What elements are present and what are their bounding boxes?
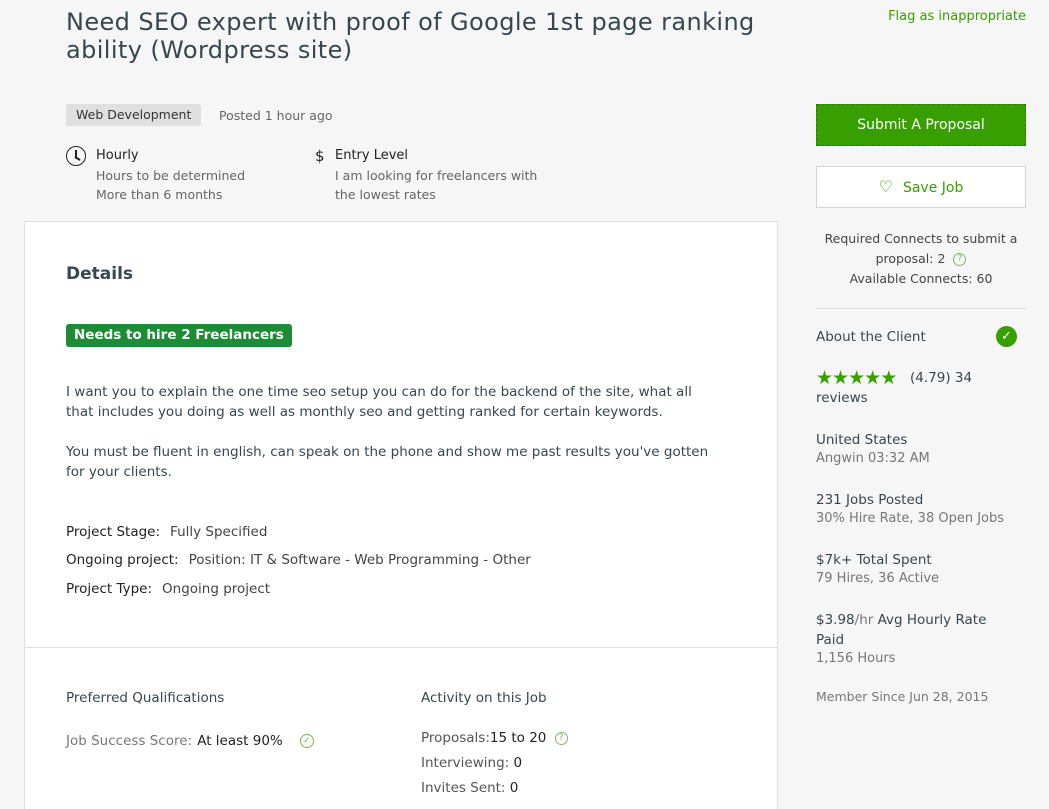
details-heading: Details [66,264,134,284]
submit-proposal-button[interactable]: Submit A Proposal [816,104,1026,146]
star-icon: ★ [848,367,865,389]
category-badge[interactable]: Web Development [66,104,202,126]
about-client-heading: About the Client [816,329,926,345]
job-title: Need SEO expert with proof of Google 1st… [66,8,755,64]
client-jobs-posted: 231 Jobs Posted [816,492,924,508]
activity-heading: Activity on this Job [421,690,547,706]
ongoing-project-row: Ongoing project: Position: IT & Software … [66,552,531,568]
rating-stars: ★★★★★ [816,367,897,389]
check-circle-icon: ✓ [996,326,1017,347]
check-circle-icon: ✓ [299,733,314,748]
client-hours: 1,156 Hours [816,651,896,666]
client-location: United States [816,432,908,448]
star-icon: ★ [864,367,881,389]
question-circle-icon[interactable]: ? [554,731,568,745]
details-card [24,221,778,809]
posted-time: Posted 1 hour ago [219,108,333,123]
card-divider [24,647,778,648]
experience-level-title: Entry Level [335,148,409,163]
interviewing-row: Interviewing: 0 [421,755,523,771]
description-paragraph-2: You must be fluent in english, can speak… [66,444,709,480]
job-type-hours: Hours to be determined [96,168,246,183]
heart-icon: ♡ [878,177,893,196]
job-type-title: Hourly [96,148,139,163]
star-icon: ★ [880,367,897,389]
hire-count-badge: Needs to hire 2 Freelancers [66,324,292,347]
experience-level-desc-1: I am looking for freelancers with [335,168,538,183]
sidebar-divider [816,308,1026,309]
connects-info: Required Connects to submit a proposal: … [824,231,1018,286]
job-success-score-row: Job Success Score: At least 90% ✓ [66,730,314,749]
rating-value: (4.79) 34 [910,370,973,386]
project-type-row: Project Type: Ongoing project [66,581,271,597]
client-total-spent: $7k+ Total Spent [816,552,932,568]
member-since: Member Since Jun 28, 2015 [816,689,989,704]
clock-icon [66,146,86,166]
invites-sent-row: Invites Sent: 0 [421,780,519,796]
client-hires: 79 Hires, 36 Active [816,571,940,586]
flag-inappropriate-link[interactable]: Flag as inappropriate [888,9,1026,24]
reviews-label: reviews [816,390,868,406]
client-hire-rate: 30% Hire Rate, 38 Open Jobs [816,511,1005,526]
star-icon: ★ [816,367,833,389]
save-job-button[interactable]: ♡ Save Job [816,166,1026,208]
description-paragraph-1: I want you to explain the one time seo s… [66,384,692,420]
job-type-duration: More than 6 months [96,187,223,202]
experience-level-desc-2: the lowest rates [335,187,436,202]
proposals-row: Proposals:15 to 20 ? [421,730,568,746]
save-job-label: Save Job [902,180,964,196]
preferred-qualifications-heading: Preferred Qualifications [66,690,225,706]
dollar-icon: $ [315,147,325,165]
star-icon: ★ [832,367,849,389]
project-stage-row: Project Stage: Fully Specified [66,524,268,540]
client-local-time: Angwin 03:32 AM [816,451,930,466]
client-avg-hourly-rate: $3.98/hr Avg Hourly Rate Paid [816,612,987,648]
question-circle-icon[interactable]: ? [953,253,967,266]
